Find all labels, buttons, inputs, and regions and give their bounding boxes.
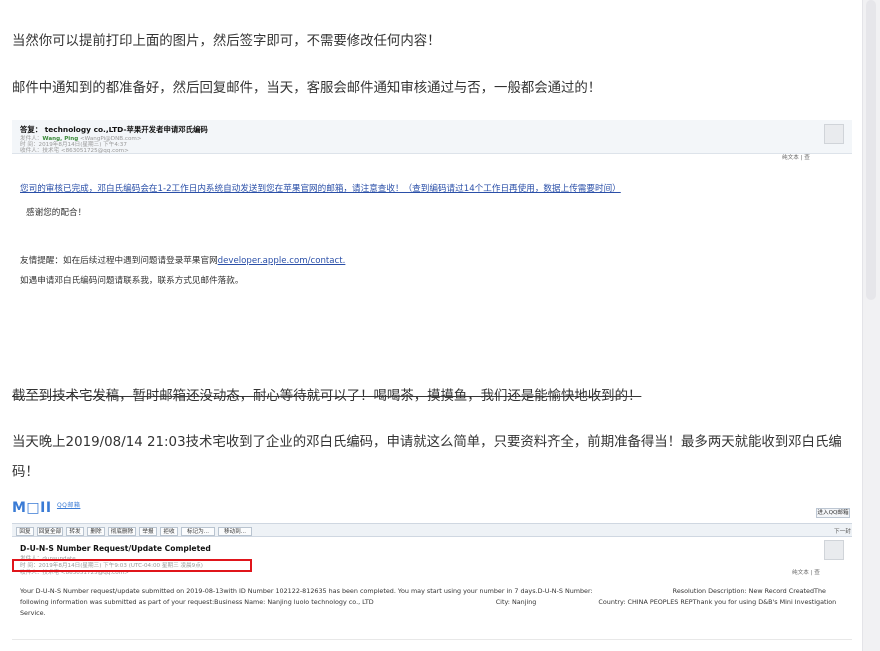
email-body-line-thanks: 感谢您的配合！ <box>26 208 87 218</box>
move-to-dropdown[interactable]: 移动到... <box>218 527 252 536</box>
paragraph-reply-email: 邮件中通知到的都准备好，然后回复邮件，当天，客服会邮件通知审核通过与否，一般都会… <box>12 81 602 96</box>
avatar <box>824 540 844 560</box>
email-body: Your D-U-N-S Number request/update submi… <box>20 587 837 617</box>
email-body-line-contact: 如遇申请邓白氏编码问题请联系我，联系方式见邮件落款。 <box>20 276 244 286</box>
avatar <box>824 124 844 144</box>
email-body-line-reminder: 友情提醒：如在后续过程中遇到问题请登录苹果官网developer.apple.c… <box>20 256 346 266</box>
plain-text-link[interactable]: 纯文本 | 查 <box>782 153 810 161</box>
delete-button[interactable]: 删除 <box>87 527 105 536</box>
reject-button[interactable]: 拒收 <box>160 527 178 536</box>
apple-contact-link[interactable]: developer.apple.com/contact. <box>218 256 346 266</box>
qq-mail-logo: M□II QQ邮箱 <box>12 500 81 516</box>
email-body-line-review-complete: 您司的审核已完成，邓白氏编码会在1-2工作日内系统自动发送到您在苹果官网的邮箱，… <box>20 184 621 194</box>
plain-text-link[interactable]: 纯文本 | 查 <box>792 568 820 576</box>
mark-as-dropdown[interactable]: 标记为... <box>181 527 215 536</box>
permanent-delete-button[interactable]: 彻底删除 <box>108 527 136 536</box>
mail-toolbar: 回复 回复全部 转发 删除 彻底删除 举报 拒收 标记为... 移动到... 下… <box>12 523 852 537</box>
report-button[interactable]: 举报 <box>139 527 157 536</box>
reply-all-button[interactable]: 回复全部 <box>37 527 63 536</box>
enter-qq-mail-button[interactable]: 进入QQ邮箱 <box>816 508 850 518</box>
paragraph-received-duns: 当天晚上2019/08/14 21:03技术宅收到了企业的邓白氏编码，申请就这么… <box>12 435 842 480</box>
paragraph-waiting-strikethrough: 截至到技术宅发稿，暂时邮箱还没动态，耐心等待就可以了！喝喝茶，摸摸鱼，我们还是能… <box>12 389 642 404</box>
time-highlight-box <box>12 559 252 572</box>
email-screenshot-dnb-reply: 答复： technology co.,LTD-苹果开发者申请邓氏编码 发件人：W… <box>12 120 852 310</box>
email-header: 答复： technology co.,LTD-苹果开发者申请邓氏编码 发件人：W… <box>12 120 852 154</box>
forward-button[interactable]: 转发 <box>66 527 84 536</box>
paragraph-print-sign: 当然你可以提前打印上面的图片，然后签字即可，不需要修改任何内容！ <box>12 34 441 49</box>
email-to: 收件人：技术宅 <863051725@qq.com> <box>20 148 129 154</box>
article-content: 当然你可以提前打印上面的图片，然后签字即可，不需要修改任何内容！ 邮件中通知到的… <box>0 0 862 651</box>
scrollbar[interactable] <box>866 0 876 300</box>
email-screenshot-duns-completed: M□II QQ邮箱 进入QQ邮箱 回复 回复全部 转发 删除 彻底删除 举报 拒… <box>12 496 852 640</box>
email-subject: D-U-N-S Number Request/Update Completed <box>20 544 211 553</box>
next-mail-link[interactable]: 下一封 <box>834 527 851 535</box>
reply-button[interactable]: 回复 <box>16 527 34 536</box>
